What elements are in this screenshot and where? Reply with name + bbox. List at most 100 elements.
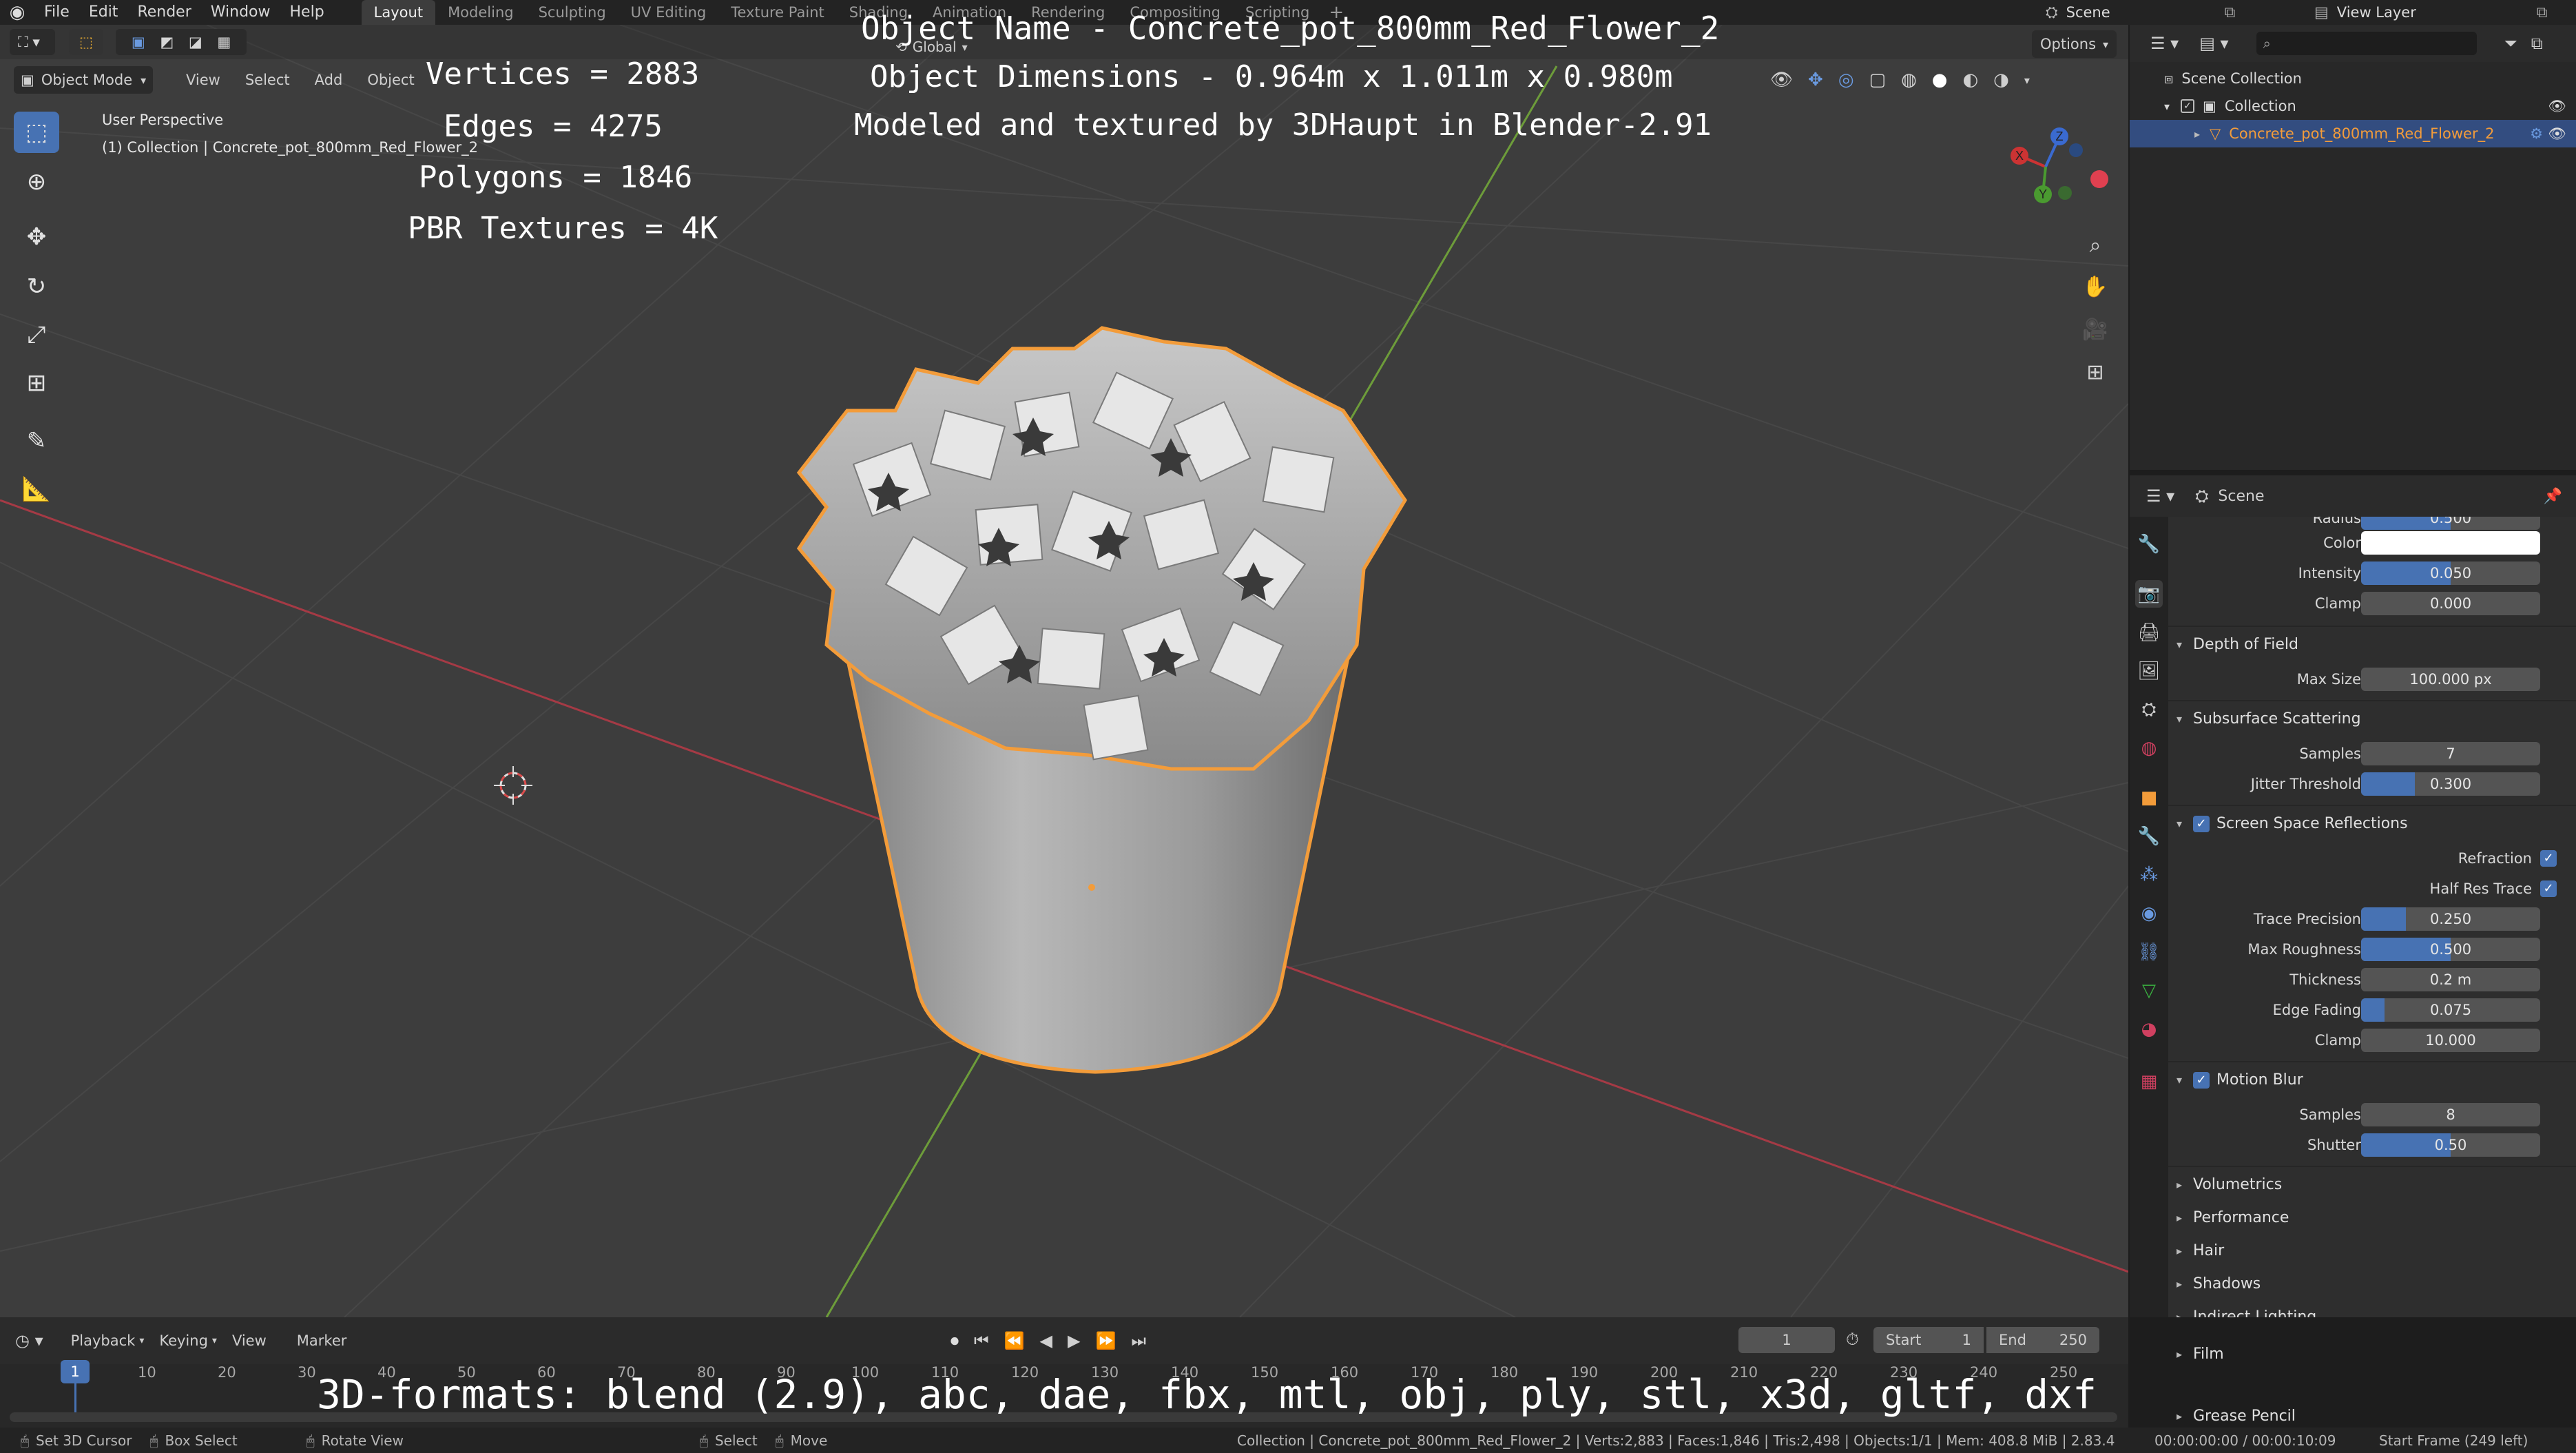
ssr-section-header[interactable]: ▾ ✓ Screen Space Reflections: [2177, 809, 2569, 839]
constraints-tab-icon[interactable]: ⛓: [2135, 938, 2163, 966]
menu-render[interactable]: Render: [127, 0, 200, 25]
solid-shading-icon[interactable]: ●: [1932, 70, 1948, 90]
sss-samples-field[interactable]: 7: [2361, 742, 2540, 765]
scene-selector[interactable]: ⛭ Scene ⧉: [2046, 0, 2235, 25]
grease-pencil-section-header[interactable]: ▸ Grease Pencil: [2177, 1405, 2569, 1428]
pin-icon[interactable]: 📌: [2544, 488, 2562, 505]
material-shading-icon[interactable]: ◐: [1962, 70, 1978, 90]
texture-tab-icon[interactable]: ▦: [2135, 1068, 2163, 1095]
outliner-row-collection[interactable]: ▾ ✓ ▣ Collection 👁: [2130, 92, 2576, 120]
menu-marker[interactable]: Marker: [297, 1332, 347, 1349]
blender-logo-icon[interactable]: ◉: [0, 2, 34, 23]
filter-icon[interactable]: ⏷: [2504, 34, 2517, 53]
subtract-selection-icon[interactable]: ◪: [189, 34, 202, 50]
view-layer-selector[interactable]: ▤ View Layer ⧉: [2314, 0, 2548, 25]
scene-new-icon[interactable]: ⧉: [2225, 4, 2236, 21]
expand-arrow-icon[interactable]: ▸: [2194, 127, 2200, 141]
pan-hand-icon[interactable]: ✋: [2077, 269, 2113, 305]
3d-viewport[interactable]: [0, 25, 2128, 1317]
modifier-tab-icon[interactable]: 🔧: [2135, 823, 2163, 850]
prev-keyframe-icon[interactable]: ⏪: [1004, 1331, 1025, 1350]
render-tab-icon[interactable]: 📷: [2135, 580, 2163, 608]
properties-editor-icon[interactable]: ☰ ▾: [2146, 486, 2174, 506]
move-tool-icon[interactable]: ✥: [14, 216, 59, 258]
timeline-playhead[interactable]: 1: [61, 1360, 90, 1383]
intersect-selection-icon[interactable]: ▦: [217, 34, 231, 50]
tab-texture-paint[interactable]: Texture Paint: [718, 0, 837, 25]
navigation-gizmo[interactable]: X Z Y: [1991, 117, 2121, 220]
data-tab-icon[interactable]: ▽: [2135, 977, 2163, 1004]
new-collection-icon[interactable]: ⧉: [2531, 34, 2543, 53]
menu-window[interactable]: Window: [201, 0, 280, 25]
clamp-field[interactable]: 0.000: [2361, 592, 2540, 615]
outliner-search-input[interactable]: ⌕: [2256, 32, 2477, 55]
select-mode-toggle[interactable]: ⬚: [69, 29, 103, 55]
wireframe-shading-icon[interactable]: ◍: [1901, 70, 1917, 90]
intensity-field[interactable]: 0.050: [2361, 561, 2540, 585]
volumetrics-section-header[interactable]: ▸ Volumetrics: [2177, 1170, 2569, 1200]
chevron-down-icon[interactable]: ▾: [2024, 74, 2030, 87]
object-tab-icon[interactable]: ■: [2135, 784, 2163, 812]
view-layer-tab-icon[interactable]: 🖼: [2135, 657, 2163, 685]
menu-keying[interactable]: Keying: [159, 1332, 208, 1349]
camera-view-icon[interactable]: 🎥: [2077, 311, 2113, 347]
refraction-checkbox[interactable]: ✓: [2540, 850, 2557, 867]
expand-arrow-icon[interactable]: ▾: [2164, 100, 2170, 113]
material-tab-icon[interactable]: ◕: [2135, 1016, 2163, 1043]
annotate-tool-icon[interactable]: ✎: [14, 420, 59, 462]
display-mode-icon[interactable]: ▤ ▾: [2199, 34, 2228, 53]
object-mode-dropdown[interactable]: ▣ Object Mode ▾: [14, 66, 154, 94]
jitter-field[interactable]: 0.300: [2361, 772, 2540, 796]
scene-tab-icon[interactable]: ⛭: [2135, 696, 2163, 723]
visibility-icon[interactable]: 👁: [1770, 70, 1793, 90]
half-res-checkbox[interactable]: ✓: [2540, 880, 2557, 897]
jump-end-icon[interactable]: ⏭: [1131, 1331, 1146, 1350]
xray-toggle-icon[interactable]: ▢: [1869, 70, 1887, 90]
editor-type-button[interactable]: ⛶ ▾: [10, 29, 55, 55]
next-keyframe-icon[interactable]: ⏩: [1095, 1331, 1116, 1350]
ssr-checkbox[interactable]: ✓: [2193, 816, 2210, 832]
start-frame-field[interactable]: Start 1: [1873, 1327, 1984, 1353]
indirect-lighting-section-header[interactable]: ▸ Indirect Lighting: [2177, 1302, 2569, 1317]
max-size-field[interactable]: 100.000 px: [2361, 668, 2540, 691]
motion-blur-checkbox[interactable]: ✓: [2193, 1072, 2210, 1089]
selection-mode-group[interactable]: ▣ ◩ ◪ ▦: [116, 29, 247, 55]
physics-tab-icon[interactable]: ◉: [2135, 900, 2163, 927]
stopwatch-icon[interactable]: ⏱: [1846, 1330, 1859, 1349]
transform-tool-icon[interactable]: ⊞: [14, 362, 59, 404]
visibility-eye-icon[interactable]: 👁: [2548, 125, 2566, 143]
color-swatch[interactable]: [2361, 531, 2540, 555]
jump-start-icon[interactable]: ⏮: [974, 1331, 989, 1350]
sss-section-header[interactable]: ▾ Subsurface Scattering: [2177, 704, 2569, 734]
mb-samples-field[interactable]: 8: [2361, 1103, 2540, 1126]
menu-playback[interactable]: Playback: [71, 1332, 136, 1349]
shadows-section-header[interactable]: ▸ Shadows: [2177, 1269, 2569, 1299]
world-tab-icon[interactable]: ◍: [2135, 734, 2163, 762]
cursor-tool-icon[interactable]: ⊕: [14, 161, 59, 203]
film-section-header[interactable]: ▸ Film: [2177, 1339, 2569, 1370]
select-box-tool-icon[interactable]: ⬚: [14, 112, 59, 153]
menu-object[interactable]: Object: [355, 72, 426, 88]
gizmo-toggle-icon[interactable]: ✥: [1808, 70, 1823, 90]
concrete-pot-object[interactable]: [796, 326, 1407, 1074]
visibility-eye-icon[interactable]: 👁: [2548, 98, 2566, 115]
tab-uv-editing[interactable]: UV Editing: [619, 0, 719, 25]
tab-modeling[interactable]: Modeling: [435, 0, 526, 25]
ssr-clamp-field[interactable]: 10.000: [2361, 1029, 2540, 1052]
hair-section-header[interactable]: ▸ Hair: [2177, 1236, 2569, 1266]
outliner-editor-icon[interactable]: ☰ ▾: [2150, 34, 2179, 53]
include-checkbox[interactable]: ✓: [2181, 99, 2195, 113]
measure-tool-icon[interactable]: 📐: [14, 468, 59, 510]
rendered-shading-icon[interactable]: ◑: [1993, 70, 2009, 90]
set-selection-icon[interactable]: ▣: [132, 34, 145, 50]
dof-section-header[interactable]: ▾ Depth of Field: [2177, 630, 2569, 660]
scale-tool-icon[interactable]: ⤢: [14, 314, 59, 355]
menu-view-timeline[interactable]: View: [232, 1332, 267, 1349]
thickness-field[interactable]: 0.2 m: [2361, 968, 2540, 991]
end-frame-field[interactable]: End 250: [1986, 1327, 2099, 1353]
menu-file[interactable]: File: [34, 0, 79, 25]
options-dropdown[interactable]: Options ▾: [2032, 30, 2117, 58]
menu-help[interactable]: Help: [280, 0, 334, 25]
tool-tab-icon[interactable]: 🔧: [2135, 530, 2163, 558]
play-reverse-icon[interactable]: ◀: [1040, 1331, 1052, 1350]
